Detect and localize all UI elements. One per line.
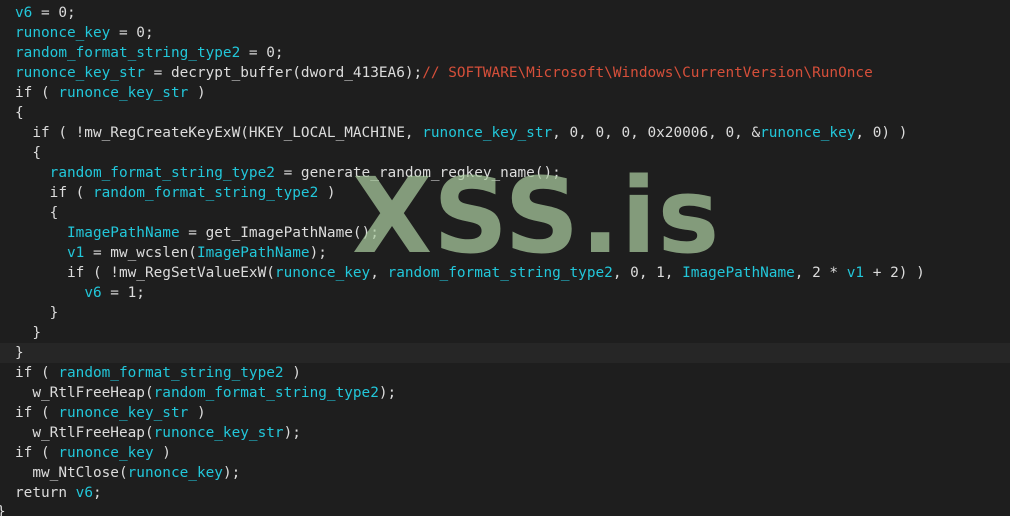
comment-token: // SOFTWARE\Microsoft\Windows\CurrentVer… bbox=[422, 65, 873, 81]
code-token: if ( !mw_RegSetValueExW( bbox=[15, 265, 275, 281]
code-token: = decrypt_buffer(dword_413EA6); bbox=[144, 65, 423, 81]
code-token: , 0, 1, bbox=[612, 265, 683, 281]
code-view[interactable]: v6 = 0; runonce_key = 0; random_format_str… bbox=[0, 3, 1010, 503]
code-line[interactable]: runonce_key = 0; bbox=[0, 23, 1010, 43]
identifier-token: ImagePathName bbox=[66, 225, 180, 241]
code-line[interactable]: w_RtlFreeHeap(runonce_key_str); bbox=[0, 423, 1010, 443]
identifier-token: v6 bbox=[15, 5, 33, 21]
code-line[interactable]: } bbox=[0, 303, 1010, 323]
code-token: = 1; bbox=[101, 285, 145, 301]
code-token: ); bbox=[283, 425, 301, 441]
identifier-token: runonce_key_str bbox=[58, 405, 189, 421]
code-token: { bbox=[15, 145, 41, 161]
code-token: = get_ImagePathName(); bbox=[179, 225, 379, 241]
code-token: ) bbox=[188, 405, 206, 421]
identifier-token: runonce_key bbox=[127, 465, 223, 481]
identifier-token: random_format_string_type2 bbox=[58, 365, 284, 381]
code-line[interactable]: { bbox=[0, 203, 1010, 223]
code-token: w_RtlFreeHeap( bbox=[15, 385, 154, 401]
code-line[interactable]: } bbox=[0, 323, 1010, 343]
code-line[interactable]: w_RtlFreeHeap(random_format_string_type2… bbox=[0, 383, 1010, 403]
code-token: , 0) ) bbox=[855, 125, 908, 141]
identifier-token: v1 bbox=[66, 245, 85, 261]
code-token: , 2 * bbox=[794, 265, 847, 281]
identifier-token: random_format_string_type2 bbox=[15, 45, 241, 61]
code-token: { bbox=[15, 205, 59, 221]
code-line[interactable]: v1 = mw_wcslen(ImagePathName); bbox=[0, 243, 1010, 263]
code-token: if ( !mw_RegCreateKeyExW(HKEY_LOCAL_MACH… bbox=[15, 125, 423, 141]
code-token: } bbox=[15, 325, 41, 341]
code-token: mw_NtClose( bbox=[15, 465, 128, 481]
code-line[interactable]: return v6; bbox=[0, 483, 1010, 503]
code-token: } bbox=[15, 345, 24, 361]
code-token: , bbox=[370, 265, 388, 281]
code-token: return bbox=[15, 485, 76, 501]
code-line[interactable]: if ( !mw_RegSetValueExW(runonce_key, ran… bbox=[0, 263, 1010, 283]
identifier-token: runonce_key_str bbox=[58, 85, 189, 101]
code-token: ; bbox=[92, 485, 102, 501]
code-token: + 2) ) bbox=[864, 265, 925, 281]
code-line[interactable]: { bbox=[0, 103, 1010, 123]
code-token: ) bbox=[153, 445, 171, 461]
identifier-token: v1 bbox=[846, 265, 865, 281]
code-token: = generate_random_regkey_name(); bbox=[274, 165, 561, 181]
identifier-token: runonce_key bbox=[274, 265, 371, 281]
code-line[interactable]: v6 = 0; bbox=[0, 3, 1010, 23]
identifier-token: random_format_string_type2 bbox=[387, 265, 613, 281]
code-token: w_RtlFreeHeap( bbox=[15, 425, 154, 441]
identifier-token: random_format_string_type2 bbox=[153, 385, 379, 401]
code-token: if ( bbox=[15, 405, 59, 421]
identifier-token: random_format_string_type2 bbox=[92, 185, 319, 201]
code-token: if ( bbox=[15, 185, 93, 201]
code-token: ) bbox=[283, 365, 301, 381]
code-token: ); bbox=[378, 385, 397, 401]
code-token: ) bbox=[188, 85, 206, 101]
identifier-token: runonce_key_str bbox=[15, 65, 145, 81]
code-line[interactable]: if ( random_format_string_type2 ) bbox=[0, 183, 1010, 203]
identifier-token: ImagePathName bbox=[196, 245, 310, 261]
code-token: } bbox=[15, 305, 59, 321]
code-line[interactable]: runonce_key_str = decrypt_buffer(dword_4… bbox=[0, 63, 1010, 83]
identifier-token: runonce_key bbox=[760, 125, 856, 141]
code-token: = 0; bbox=[240, 45, 284, 61]
code-line[interactable]: } bbox=[0, 343, 1010, 363]
code-line[interactable]: if ( runonce_key_str ) bbox=[0, 403, 1010, 423]
code-token: if ( bbox=[15, 85, 59, 101]
code-line[interactable]: if ( random_format_string_type2 ) bbox=[0, 363, 1010, 383]
code-token: ) bbox=[318, 185, 336, 201]
code-token: if ( bbox=[15, 365, 59, 381]
code-token: = 0; bbox=[110, 25, 154, 41]
code-line[interactable]: ImagePathName = get_ImagePathName(); bbox=[0, 223, 1010, 243]
identifier-token: runonce_key_str bbox=[153, 425, 284, 441]
identifier-token: runonce_key bbox=[15, 25, 111, 41]
identifier-token: ImagePathName bbox=[682, 265, 795, 281]
identifier-token: runonce_key_str bbox=[422, 125, 553, 141]
identifier-token: runonce_key bbox=[58, 445, 154, 461]
code-token: if ( bbox=[15, 445, 59, 461]
code-line[interactable]: if ( runonce_key_str ) bbox=[0, 83, 1010, 103]
code-editor[interactable]: v6 = 0; runonce_key = 0; random_format_str… bbox=[0, 0, 1010, 516]
code-token: ); bbox=[222, 465, 241, 481]
code-token: , 0, 0, 0, 0x20006, 0, & bbox=[552, 125, 761, 141]
code-line[interactable]: if ( !mw_RegCreateKeyExW(HKEY_LOCAL_MACH… bbox=[0, 123, 1010, 143]
identifier-token: random_format_string_type2 bbox=[49, 165, 275, 181]
code-line[interactable]: if ( runonce_key ) bbox=[0, 443, 1010, 463]
code-token: { bbox=[15, 105, 24, 121]
code-token: = mw_wcslen( bbox=[84, 245, 197, 261]
code-token: ); bbox=[309, 245, 327, 261]
code-line[interactable]: v6 = 1; bbox=[0, 283, 1010, 303]
identifier-token: v6 bbox=[75, 485, 93, 501]
code-line[interactable]: mw_NtClose(runonce_key); bbox=[0, 463, 1010, 483]
code-token: = 0; bbox=[32, 5, 76, 21]
code-line[interactable]: { bbox=[0, 143, 1010, 163]
code-line[interactable]: random_format_string_type2 = 0; bbox=[0, 43, 1010, 63]
identifier-token: v6 bbox=[84, 285, 102, 301]
code-line[interactable]: random_format_string_type2 = generate_ra… bbox=[0, 163, 1010, 183]
closing-brace: } bbox=[0, 502, 6, 516]
